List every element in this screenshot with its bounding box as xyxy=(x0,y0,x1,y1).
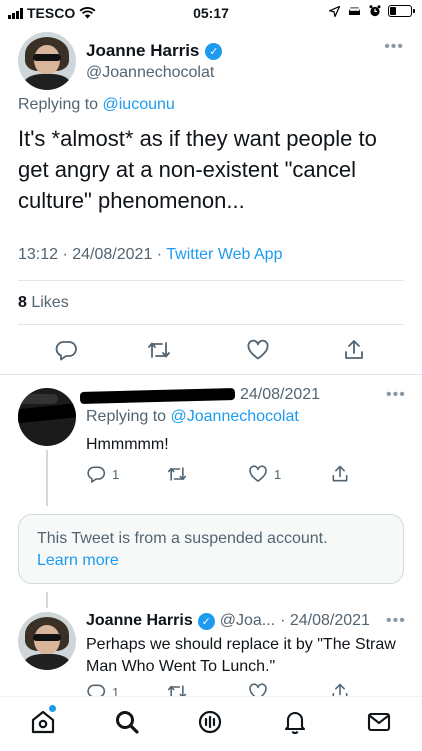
more-icon[interactable]: ••• xyxy=(386,386,406,404)
replying-to-link[interactable]: @iucounu xyxy=(103,96,175,113)
tweet-meta: 13:12 · 24/08/2021 · Twitter Web App xyxy=(18,246,282,264)
avatar[interactable] xyxy=(18,612,76,670)
author-handle[interactable]: @Joannechocolat xyxy=(86,64,214,82)
home-icon xyxy=(31,710,55,734)
replying-to: Replying to @iucounu xyxy=(18,96,175,114)
redacted-avatar[interactable] xyxy=(18,388,76,446)
share-icon xyxy=(345,340,363,359)
reply-button[interactable] xyxy=(54,338,78,362)
author-name[interactable]: Joanne Harris xyxy=(86,612,193,630)
thread-line xyxy=(46,450,48,506)
reply-icon xyxy=(87,466,106,483)
heart-icon xyxy=(247,339,269,360)
replying-to: Replying to @Joannechocolat xyxy=(86,408,299,426)
share-button[interactable] xyxy=(330,464,350,484)
reply-actions: 1 1 xyxy=(86,464,356,488)
suspended-message: This Tweet is from a suspended account. xyxy=(37,530,328,547)
alarm-icon xyxy=(369,5,381,17)
like-button[interactable] xyxy=(246,338,270,362)
notifications-icon xyxy=(284,711,306,735)
tweet-text: It's *almost* as if they want people to … xyxy=(18,126,377,213)
reply-count: 1 xyxy=(112,466,120,482)
reply-text: Hmmmmm! xyxy=(86,436,169,453)
divider xyxy=(18,324,404,325)
more-icon[interactable]: ••• xyxy=(384,38,404,56)
retweet-icon xyxy=(148,342,170,358)
replying-prefix: Replying to xyxy=(86,408,171,425)
car-icon xyxy=(349,7,360,15)
like-button[interactable]: 1 xyxy=(248,464,281,484)
retweet-button[interactable] xyxy=(146,338,172,362)
status-icons xyxy=(329,5,415,17)
reply-header: Joanne Harris ✓ @Joa... · 24/08/2021 xyxy=(86,612,370,630)
reply-date: · 24/08/2021 xyxy=(280,612,370,629)
share-icon xyxy=(332,465,348,482)
verified-icon: ✓ xyxy=(205,42,223,60)
search-icon xyxy=(116,711,139,734)
nav-home[interactable] xyxy=(30,705,56,740)
thread-line xyxy=(46,592,48,608)
avatar[interactable] xyxy=(18,32,76,90)
spaces-icon xyxy=(198,710,222,734)
reply-text: Perhaps we should replace it by "The Str… xyxy=(86,636,396,675)
reply-button[interactable]: 1 xyxy=(86,464,119,484)
source-app-link[interactable]: Twitter Web App xyxy=(166,246,282,263)
messages-icon xyxy=(367,712,391,732)
learn-more-link[interactable]: Learn more xyxy=(37,550,385,572)
reply-icon xyxy=(55,341,77,361)
nav-messages[interactable] xyxy=(366,709,392,740)
likes-label: Likes xyxy=(26,294,69,311)
like-count: 1 xyxy=(274,466,282,482)
likes-count[interactable]: 8 Likes xyxy=(18,294,69,312)
more-icon[interactable]: ••• xyxy=(386,612,406,630)
share-button[interactable] xyxy=(342,338,366,362)
author-name-row: Joanne Harris ✓ xyxy=(86,41,223,61)
nav-search[interactable] xyxy=(114,709,140,740)
main-tweet-header: Joanne Harris ✓ @Joannechocolat ••• xyxy=(18,32,404,92)
divider xyxy=(18,280,404,281)
battery-icon xyxy=(388,5,415,17)
author-handle[interactable]: @Joa... xyxy=(220,612,275,630)
retweet-button[interactable] xyxy=(166,464,188,484)
replying-to-link[interactable]: @Joannechocolat xyxy=(171,408,299,425)
status-bar: TESCO 05:17 xyxy=(0,0,422,26)
likes-number: 8 xyxy=(18,294,27,311)
location-icon xyxy=(329,5,340,17)
nav-spaces[interactable] xyxy=(196,709,224,740)
verified-icon: ✓ xyxy=(197,612,215,630)
replying-prefix: Replying to xyxy=(18,96,103,113)
bottom-nav xyxy=(0,696,422,751)
redacted-author-name xyxy=(79,387,236,405)
reply-date: 24/08/2021 xyxy=(240,386,321,403)
retweet-icon xyxy=(167,467,187,481)
tweet-timestamp: 13:12 · 24/08/2021 · xyxy=(18,246,167,263)
suspended-notice: This Tweet is from a suspended account. … xyxy=(18,514,404,584)
author-name[interactable]: Joanne Harris xyxy=(86,41,199,61)
separator xyxy=(0,374,422,375)
new-content-dot xyxy=(49,705,56,712)
heart-icon xyxy=(249,465,267,482)
nav-notifications[interactable] xyxy=(282,709,308,740)
main-tweet-actions xyxy=(18,336,404,366)
